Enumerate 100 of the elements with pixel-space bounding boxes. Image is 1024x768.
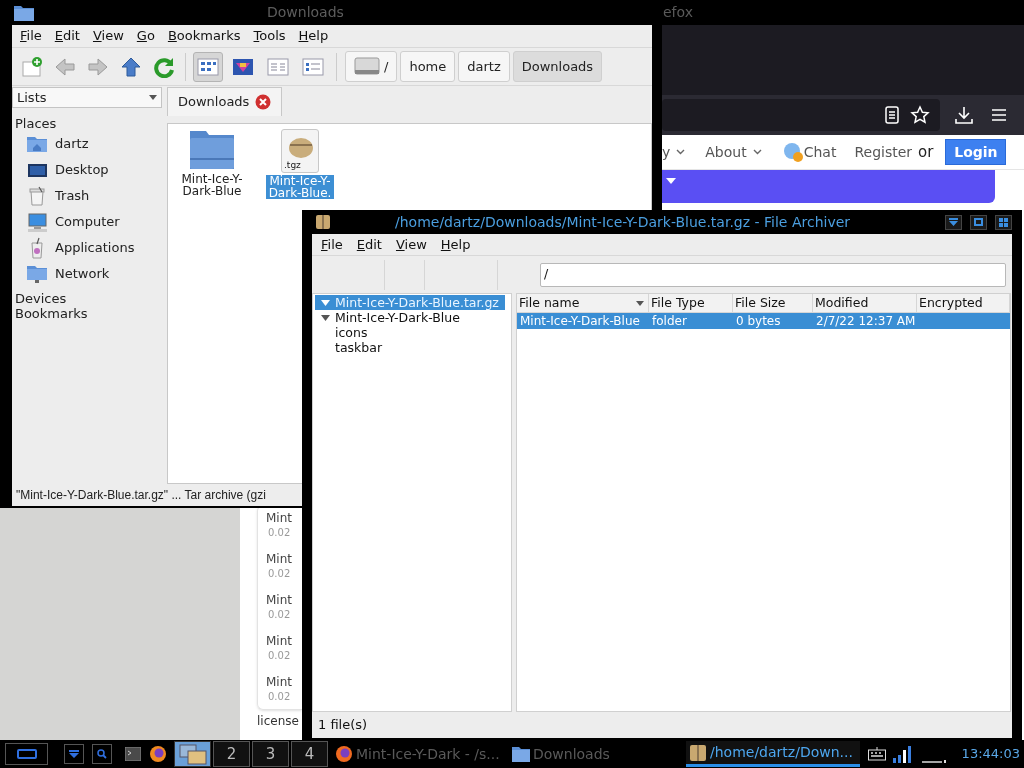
- tree-item[interactable]: taskbar: [315, 340, 389, 355]
- section-heading: Places: [14, 116, 58, 131]
- menu-item[interactable]: Help: [440, 234, 471, 255]
- terminal-icon: [125, 747, 141, 761]
- caret-icon[interactable]: [666, 178, 676, 184]
- search-icon: [97, 749, 107, 759]
- path-button[interactable]: home: [400, 51, 456, 82]
- menu-item[interactable]: View: [92, 26, 124, 46]
- workspace-button[interactable]: 4: [291, 741, 328, 767]
- menu-item[interactable]: Go: [136, 26, 155, 46]
- table-cell-text: folder: [651, 313, 688, 329]
- menu-button[interactable]: [5, 743, 48, 765]
- maximize-icon: [974, 218, 983, 226]
- path-button[interactable]: Downloads: [512, 51, 603, 82]
- menu-item[interactable]: Bookmarks: [167, 26, 241, 46]
- view-mode-button[interactable]: [193, 51, 223, 82]
- chevron-icon: [676, 149, 686, 155]
- expander-icon[interactable]: [320, 299, 330, 306]
- file-name[interactable]: Mint: [266, 551, 292, 567]
- column-header[interactable]: Encrypted: [917, 294, 1010, 313]
- place-item[interactable]: Network: [12, 261, 162, 287]
- file-name[interactable]: Mint: [266, 633, 292, 649]
- dropdown-icon: [69, 750, 79, 758]
- search-button[interactable]: [92, 744, 112, 764]
- archive-icon: .tgz: [281, 129, 319, 173]
- task-button[interactable]: /home/dartz/Down...: [686, 741, 860, 767]
- minimize-icon: [949, 218, 958, 226]
- or-text: or: [918, 141, 934, 163]
- refresh-icon: [153, 55, 175, 78]
- close-icon[interactable]: [255, 94, 272, 110]
- tree-item[interactable]: Mint-Ice-Y-Dark-Blue: [315, 310, 466, 325]
- download-icon[interactable]: [955, 106, 973, 124]
- menu-item[interactable]: File: [20, 26, 42, 46]
- side-pane-dropdown[interactable]: Lists: [12, 87, 162, 108]
- file-size: 0.02: [267, 649, 291, 663]
- tab[interactable]: Downloads: [167, 87, 283, 116]
- file-name[interactable]: Mint: [266, 510, 292, 526]
- footer-text: license: [257, 714, 299, 728]
- sort-arrow-icon[interactable]: [636, 300, 644, 306]
- chat-bubble-icon: [781, 141, 804, 163]
- browser-icon: [335, 745, 353, 763]
- bookmark-star-icon[interactable]: [910, 105, 930, 125]
- file-label[interactable]: Mint-Ice-Y-Dark-Blue: [178, 173, 246, 197]
- tree-item[interactable]: icons: [315, 325, 374, 340]
- login-button[interactable]: Login: [945, 139, 1007, 165]
- up-icon: [120, 55, 142, 78]
- section-heading: Devices: [14, 291, 68, 306]
- menu-item[interactable]: View: [395, 234, 427, 255]
- address-bar[interactable]: [662, 99, 940, 131]
- reader-view-icon[interactable]: [884, 106, 900, 124]
- file-name[interactable]: Mint: [266, 592, 292, 608]
- file-name[interactable]: Mint: [266, 674, 292, 690]
- place-item[interactable]: Applications: [12, 235, 162, 261]
- column-header[interactable]: File name: [517, 294, 649, 313]
- chat-link[interactable]: Chat: [781, 141, 837, 163]
- folder-icon: [512, 745, 530, 763]
- location-field[interactable]: /: [540, 262, 1006, 287]
- workspace-button[interactable]: 2: [213, 741, 250, 767]
- path-button[interactable]: /: [345, 51, 398, 82]
- browser-button[interactable]: [149, 745, 167, 763]
- file-size: 0.02: [267, 567, 291, 581]
- close-button[interactable]: [995, 214, 1012, 230]
- column-header[interactable]: Modified: [813, 294, 917, 313]
- table-row[interactable]: Mint-Ice-Y-Dark-Blue folder 0 bytes 2/7/22 12:37 AM: [517, 313, 1010, 329]
- place-item[interactable]: dartz: [12, 131, 162, 157]
- table-cell-text: 2/7/22 12:37 AM: [815, 313, 917, 329]
- status-text: 1 file(s): [318, 716, 368, 735]
- network-icon[interactable]: [892, 744, 914, 764]
- file-size: 0.02: [267, 690, 291, 704]
- menu-icon[interactable]: [991, 108, 1007, 122]
- register-link[interactable]: Register: [854, 141, 913, 163]
- window-title: /home/dartz/Downloads/Mint-Ice-Y-Dark-Blue.tar.gz - File Archiver: [395, 212, 851, 232]
- window-list-button[interactable]: [64, 744, 84, 764]
- folder-icon: [26, 263, 48, 285]
- computer-icon: [26, 211, 48, 233]
- column-header[interactable]: File Type: [649, 294, 733, 313]
- place-item[interactable]: Trash: [12, 183, 162, 209]
- terminal-button[interactable]: [124, 745, 142, 763]
- table-cell-text: Mint-Ice-Y-Dark-Blue: [519, 313, 641, 329]
- menu-item[interactable]: Edit: [356, 234, 382, 255]
- expander-icon[interactable]: [320, 314, 330, 321]
- nav-link[interactable]: About: [705, 141, 762, 163]
- menu-item[interactable]: File: [321, 234, 343, 255]
- path-button[interactable]: dartz: [458, 51, 510, 82]
- menu-item[interactable]: Help: [298, 26, 329, 46]
- column-header[interactable]: File Size: [733, 294, 813, 313]
- workspace-button[interactable]: 3: [252, 741, 289, 767]
- keyboard-icon[interactable]: [868, 747, 886, 761]
- archive-icon: [316, 215, 330, 229]
- place-item[interactable]: Desktop: [12, 157, 162, 183]
- menu-item[interactable]: Tools: [253, 26, 286, 46]
- maximize-button[interactable]: [970, 214, 987, 230]
- menu-item[interactable]: Edit: [54, 26, 80, 46]
- workspace-button[interactable]: [174, 741, 211, 767]
- folder-icon: [14, 4, 34, 21]
- minimize-button[interactable]: [945, 214, 962, 230]
- nav-link[interactable]: y: [662, 141, 686, 163]
- place-item[interactable]: Computer: [12, 209, 162, 235]
- window-title: efox: [663, 3, 693, 22]
- archive-icon: [689, 743, 707, 762]
